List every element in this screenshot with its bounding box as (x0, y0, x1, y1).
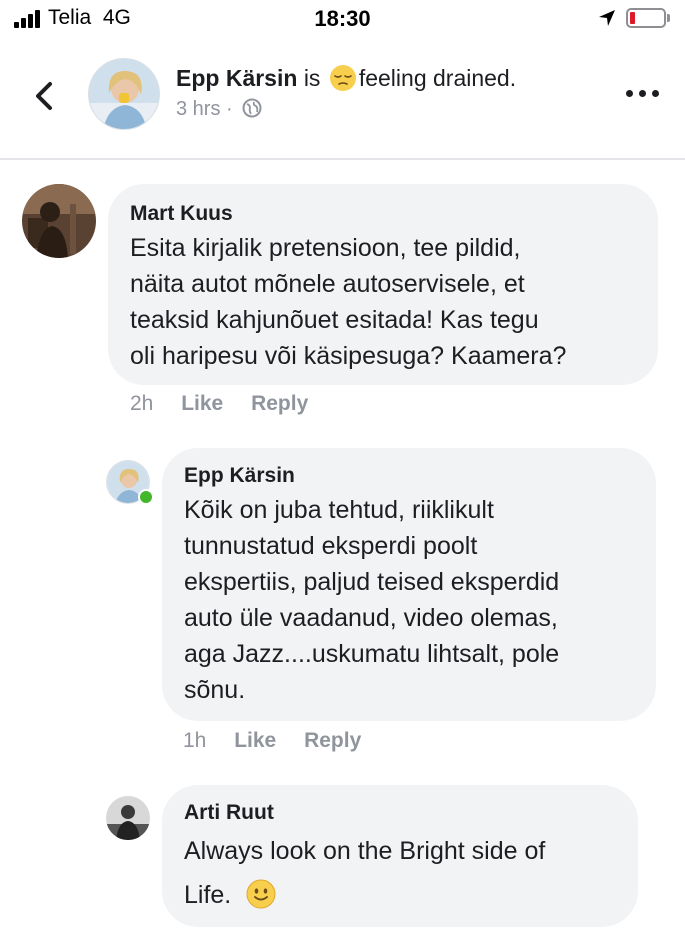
comment-text: Esita kirjalik pretensioon, tee pildid, … (130, 230, 636, 374)
reply-button[interactable]: Reply (304, 729, 361, 752)
comment-text-line: Life. (184, 881, 232, 909)
comment-text-line: Esita kirjalik pretensioon, tee pildid, (130, 234, 521, 262)
post-time[interactable]: 3 hrs (176, 98, 220, 120)
comment-text-line: teaksid kahjunõuet esitada! Kas tegu (130, 306, 539, 334)
post-author-name[interactable]: Epp Kärsin (176, 65, 297, 91)
comment-actions: 1h Like Reply (183, 729, 361, 753)
post-connector: is (303, 65, 321, 91)
like-button[interactable]: Like (181, 392, 223, 415)
slightly-smiling-face-emoji (246, 879, 276, 909)
comment-text-line: oli haripesu või käsipesuga? Kaamera? (130, 342, 567, 370)
globe-icon (242, 98, 262, 118)
back-chevron-icon[interactable] (30, 80, 58, 112)
comment-avatar[interactable] (106, 796, 150, 840)
comment-time[interactable]: 2h (130, 392, 153, 415)
comment-author[interactable]: Arti Ruut (184, 801, 616, 825)
comment-author[interactable]: Mart Kuus (130, 202, 636, 226)
online-status-dot (138, 489, 154, 505)
comment-text-line: auto üle vaadanud, video olemas, (184, 604, 558, 632)
comment-bubble[interactable]: Arti Ruut Always look on the Bright side… (162, 785, 638, 927)
battery-nub (667, 14, 670, 22)
comment-text-line: näita autot mõnele autoservisele, et (130, 270, 525, 298)
meta-separator: · (226, 98, 233, 120)
comment-time[interactable]: 1h (183, 729, 206, 752)
battery-icon (626, 8, 666, 28)
comment-author[interactable]: Epp Kärsin (184, 464, 634, 488)
comment-text-line: Always look on the Bright side of (184, 837, 546, 865)
comment-avatar-image (22, 184, 96, 258)
comment-text-line-wrapper: Life. (184, 873, 616, 917)
post-meta: 3 hrs · (176, 98, 262, 121)
comment-text-line: aga Jazz....uskumatu lihtsalt, pole (184, 640, 560, 668)
author-avatar-image (89, 59, 159, 129)
comment-actions: 2h Like Reply (130, 392, 308, 416)
post-header-line: Epp Kärsin is feeling drained. (176, 64, 516, 92)
comment-avatar[interactable] (22, 184, 96, 258)
reply-button[interactable]: Reply (251, 392, 308, 415)
location-arrow-icon (599, 10, 615, 26)
comment-avatar-image (106, 796, 150, 840)
comment-bubble[interactable]: Epp Kärsin Kõik on juba tehtud, riikliku… (162, 448, 656, 721)
more-options-icon[interactable] (626, 90, 660, 100)
comment-text-line: Kõik on juba tehtud, riiklikult (184, 496, 494, 524)
status-bar: Telia 4G 18:30 (0, 0, 685, 38)
comment-bubble[interactable]: Mart Kuus Esita kirjalik pretensioon, te… (108, 184, 658, 385)
comment-text-line: tunnustatud eksperdi poolt (184, 532, 478, 560)
comment-text-line: ekspertiis, paljud teised eksperdid (184, 568, 560, 596)
comment-text-line: sõnu. (184, 676, 246, 704)
header-divider (0, 158, 685, 160)
comment-text: Kõik on juba tehtud, riiklikult tunnusta… (184, 492, 634, 708)
author-avatar[interactable] (88, 58, 160, 130)
relieved-face-emoji (329, 65, 356, 91)
like-button[interactable]: Like (234, 729, 276, 752)
post-feeling: feeling drained. (358, 65, 517, 91)
status-time: 18:30 (314, 6, 371, 31)
battery-level (630, 12, 635, 24)
comment-text: Always look on the Bright side of Life. (184, 829, 616, 917)
